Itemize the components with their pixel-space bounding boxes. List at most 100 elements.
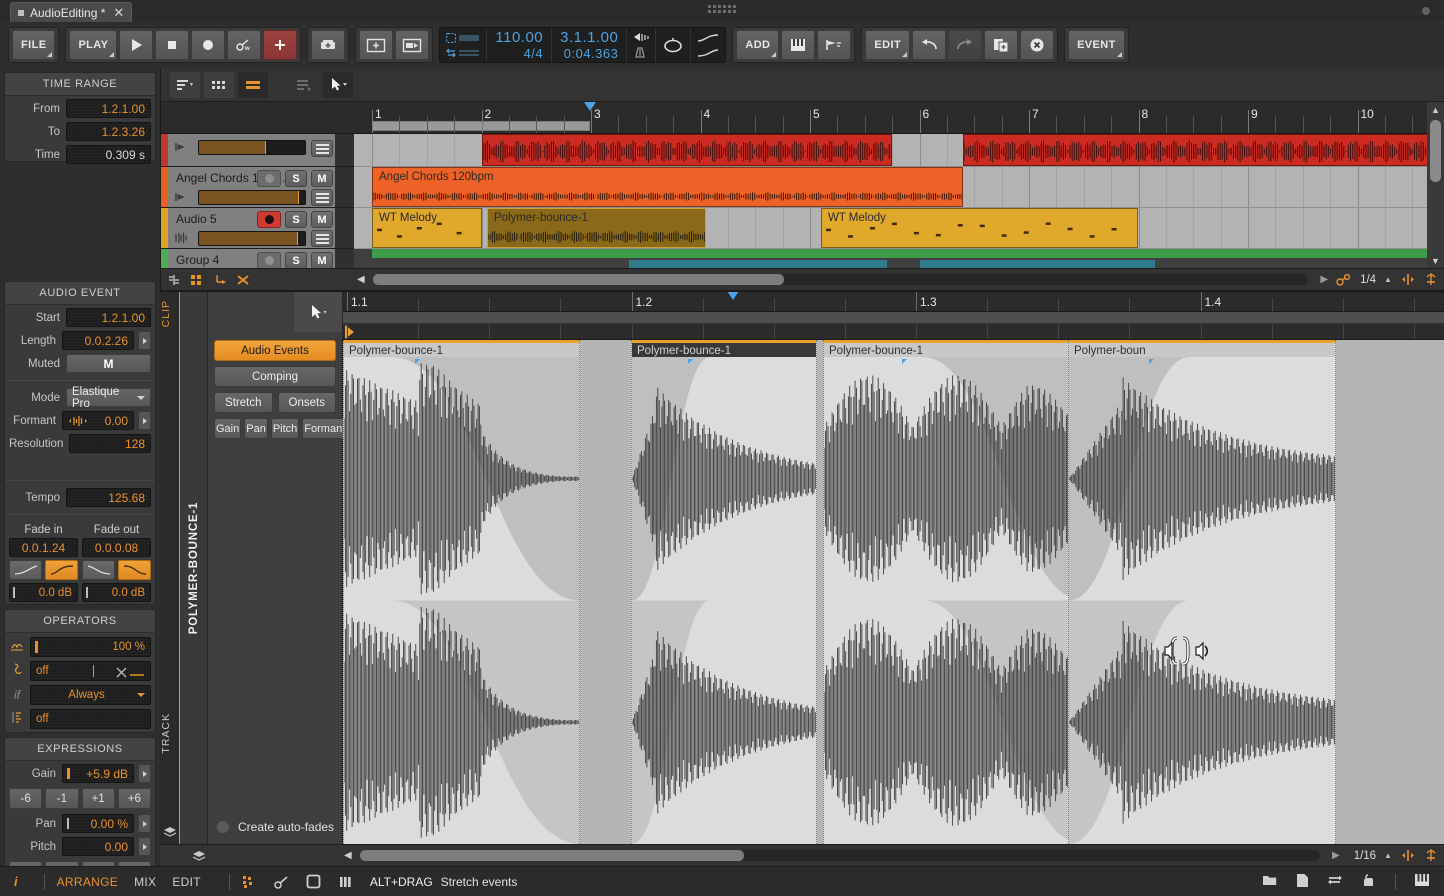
editor-hscrollbar[interactable] — [360, 850, 1320, 861]
arrange-ruler[interactable]: 12345678910 — [354, 102, 1444, 134]
editor-waveform-area[interactable]: Polymer-bounce-1 Polymer-bounce-1 — [343, 340, 1444, 844]
track-menu-button-2[interactable] — [311, 230, 333, 247]
randomize-icon[interactable] — [115, 666, 128, 679]
event-button[interactable]: EVENT — [1068, 30, 1125, 60]
delete-button[interactable] — [1020, 30, 1054, 60]
file-button[interactable]: FILE — [12, 30, 55, 60]
arrange-clip[interactable] — [963, 134, 1444, 166]
fade-out-curve-linear[interactable] — [82, 560, 115, 580]
track-mute-button-3[interactable]: M — [311, 252, 333, 268]
loop-icons[interactable] — [656, 28, 691, 62]
play-menu-button[interactable]: PLAY — [69, 30, 117, 60]
redo-button[interactable] — [948, 30, 982, 60]
pan-row[interactable]: Pan 0.00 % — [9, 813, 151, 834]
arrange-hscrollbar[interactable] — [373, 274, 1309, 285]
track-header-1[interactable]: Angel Chords 120b... S M — [168, 167, 354, 207]
formant-stepper-icon[interactable] — [138, 411, 151, 430]
fade-out-gain[interactable]: 0.0 dB — [82, 583, 151, 602]
quantize-chevron-icon[interactable]: ▲ — [1384, 275, 1392, 284]
play-button[interactable] — [119, 30, 153, 60]
audio-events-tab[interactable]: Audio Events — [214, 340, 336, 361]
quantize-icon[interactable] — [190, 274, 204, 286]
track-volume-2[interactable] — [198, 231, 306, 246]
pitch-button[interactable]: Pitch — [271, 418, 299, 439]
stop-button[interactable] — [155, 30, 189, 60]
fade-in-gain[interactable]: 0.0 dB — [9, 583, 78, 602]
arrange-lane[interactable]: WT MelodyPolymer-bounce-1WT Melody — [354, 208, 1444, 249]
arrange-clip[interactable]: Polymer-bounce-1 — [487, 208, 706, 248]
track-solo-button-2[interactable]: S — [285, 211, 307, 228]
event-body[interactable] — [344, 357, 579, 844]
time-range-to-row[interactable]: To 1.2.3.26 — [9, 121, 151, 142]
operator-range-row[interactable]: off — [9, 708, 151, 729]
arrange-clip[interactable]: WT Melody — [372, 208, 482, 248]
editor-ruler[interactable]: 1.11.21.31.4 — [343, 292, 1444, 312]
group-subclip-green[interactable] — [372, 249, 1444, 258]
formant-row[interactable]: Formant 0.00 — [9, 410, 151, 431]
start-row[interactable]: Start 1.2.1.00 — [9, 307, 151, 328]
event-body[interactable] — [824, 357, 1082, 844]
resolution-row[interactable]: Resolution 128 — [9, 433, 151, 454]
arrange-vscrollbar[interactable]: ▲ ▼ — [1427, 102, 1444, 268]
track-menu-button-1[interactable] — [311, 189, 333, 206]
length-row[interactable]: Length 0.0.2.26 — [9, 330, 151, 351]
comping-tab[interactable]: Comping — [214, 366, 336, 387]
transfer-icon[interactable] — [1327, 873, 1343, 890]
pitch-stepper-icon[interactable] — [138, 837, 151, 856]
metronome-button[interactable] — [311, 30, 345, 60]
instrument-list-button[interactable] — [289, 72, 319, 98]
editor-quantize-chevron-icon[interactable]: ▲ — [1384, 851, 1392, 860]
scroll-down-icon[interactable]: ▼ — [1427, 253, 1444, 268]
editor-marker-lane[interactable] — [343, 324, 1444, 340]
autoscroll-icon[interactable] — [1336, 273, 1352, 287]
event-header[interactable]: Polymer-bounce-1 — [824, 340, 1082, 357]
arrange-lanes[interactable]: Angel Chords 120bpmWT MelodyPolymer-boun… — [354, 134, 1444, 268]
pitch-field[interactable]: 0.00 — [62, 837, 134, 856]
arrange-vscroll-thumb[interactable] — [1430, 120, 1441, 182]
range-field[interactable]: off — [30, 709, 151, 729]
arrange-clip[interactable]: WT Melody — [821, 208, 1139, 248]
arrange-lane[interactable]: Angel Chords 120bpm — [354, 167, 1444, 208]
edit-button[interactable]: EDIT — [865, 30, 910, 60]
page-icon[interactable] — [1296, 873, 1309, 891]
arrange-scroll-left-icon[interactable]: ◀ — [357, 274, 365, 285]
event-body[interactable] — [632, 357, 816, 844]
snap-toggle-icon[interactable] — [167, 274, 181, 286]
track-mute-button-1[interactable]: M — [311, 170, 333, 187]
piano-keys-button[interactable] — [781, 30, 815, 60]
operator-condition-row[interactable]: if Always — [9, 684, 151, 705]
arrange-quantize-value[interactable]: 1/4 — [1360, 274, 1376, 286]
muted-row[interactable]: Muted M — [9, 353, 151, 374]
gain-stepper-icon[interactable] — [138, 764, 151, 783]
snap-to-grid-icon[interactable] — [213, 274, 227, 286]
undo-button[interactable] — [912, 30, 946, 60]
track-record-button-1[interactable] — [257, 170, 281, 187]
instrument-track-button[interactable] — [395, 30, 429, 60]
zoom-fit-icon[interactable] — [1424, 273, 1438, 286]
track-volume-0[interactable] — [198, 140, 306, 155]
track-row-0[interactable] — [161, 134, 354, 167]
duplicate-button[interactable] — [984, 30, 1018, 60]
tempo-display[interactable]: 110.00 4/4 — [487, 28, 552, 62]
arrange-lane[interactable] — [354, 249, 1444, 268]
lanes-button[interactable] — [238, 72, 268, 98]
arrange-clip[interactable]: Angel Chords 120bpm — [372, 167, 963, 207]
mute-toggle[interactable]: M — [66, 354, 151, 373]
mode-row[interactable]: Mode Elastique Pro — [9, 387, 151, 408]
grid-button[interactable] — [204, 72, 234, 98]
track-row-3[interactable]: Group 4 S M — [161, 249, 354, 268]
add-button[interactable]: ADD — [736, 30, 779, 60]
tab-edit[interactable]: EDIT — [172, 875, 201, 889]
event-body[interactable] — [1069, 357, 1335, 844]
pool-icon[interactable] — [1361, 873, 1377, 890]
event-header[interactable]: Polymer-boun — [1069, 340, 1335, 357]
stretch-button[interactable]: Stretch — [214, 392, 273, 413]
event-header[interactable]: Polymer-bounce-1 — [632, 340, 816, 357]
repeat-field[interactable]: off — [30, 661, 151, 681]
arrange-scroll-right-icon[interactable]: ▶ — [1320, 274, 1328, 285]
editor-playhead[interactable] — [727, 292, 739, 300]
gain-row[interactable]: Gain +5.9 dB — [9, 763, 151, 784]
length-field[interactable]: 0.0.2.26 — [62, 331, 134, 350]
new-track-button[interactable] — [359, 30, 393, 60]
track-solo-button-3[interactable]: S — [285, 252, 307, 268]
